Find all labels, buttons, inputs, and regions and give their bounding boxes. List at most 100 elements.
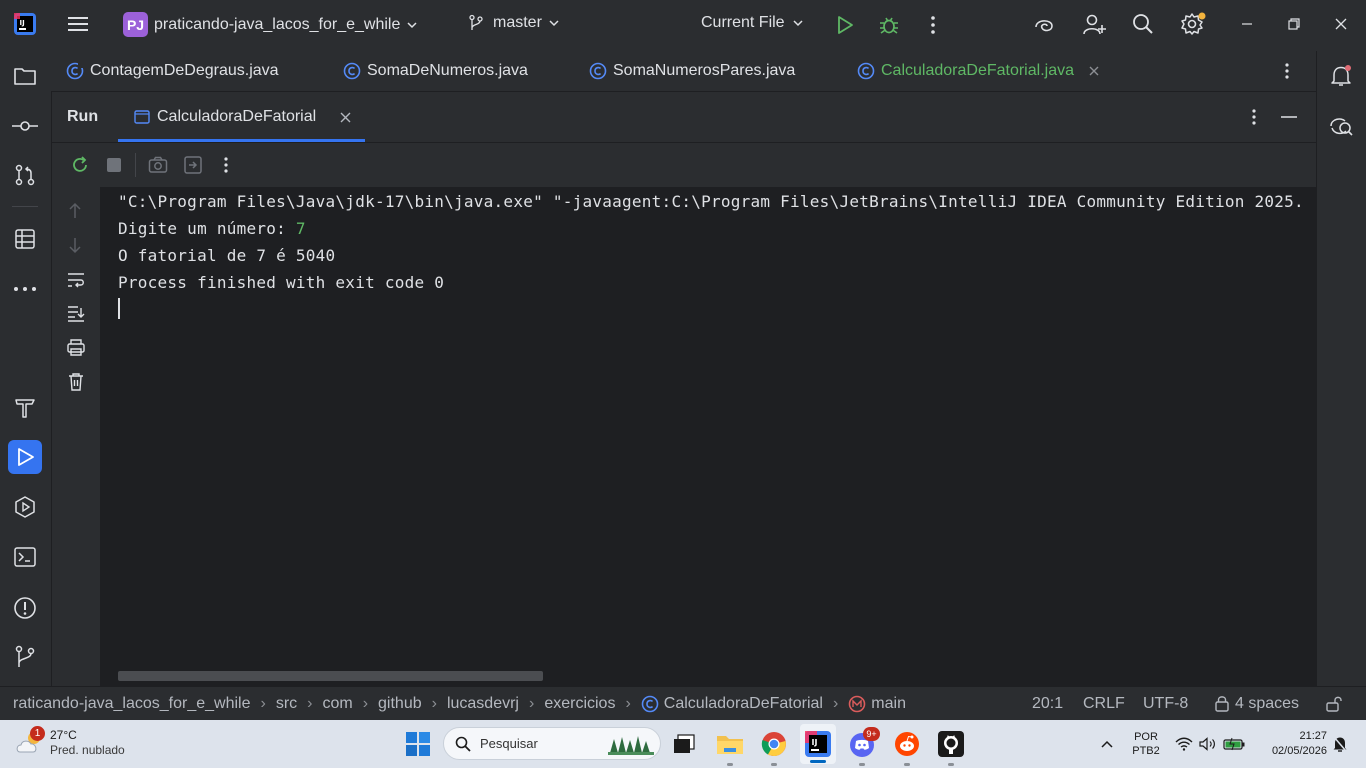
windows-start-icon[interactable]: [404, 730, 432, 758]
chrome-icon[interactable]: [759, 729, 789, 759]
tab-options-icon[interactable]: [1284, 51, 1290, 91]
rerun-icon[interactable]: [70, 155, 90, 175]
more-actions-icon[interactable]: [930, 15, 936, 35]
weather-desc: Pred. nublado: [50, 743, 125, 757]
git-branch-icon: [469, 14, 483, 30]
chevron-right-icon: ›: [431, 694, 437, 712]
task-view-icon[interactable]: [670, 730, 698, 758]
ai-chat-icon[interactable]: [1324, 109, 1358, 143]
branch-name: master: [493, 14, 542, 31]
chevron-down-icon: [549, 20, 559, 27]
discord-icon[interactable]: 9+: [846, 727, 880, 759]
arrow-down-icon[interactable]: [67, 236, 83, 254]
trash-icon[interactable]: [67, 372, 85, 391]
chevron-right-icon: ›: [528, 694, 535, 712]
editor-tab-label: ContagemDeDegraus.java: [90, 62, 279, 79]
pull-requests-icon[interactable]: [8, 158, 42, 192]
line-ending[interactable]: CRLF: [1083, 687, 1125, 720]
project-selector[interactable]: PJ praticando-java_lacos_for_e_while: [123, 12, 418, 37]
chevron-down-icon: [407, 21, 417, 28]
reddit-icon[interactable]: [892, 729, 922, 759]
minimize-icon[interactable]: [1240, 17, 1254, 31]
editor-tab[interactable]: ContagemDeDegraus.java: [66, 51, 279, 91]
terminal-icon[interactable]: [8, 540, 42, 574]
close-tab-icon[interactable]: [340, 112, 351, 123]
indent-setting[interactable]: 4 spaces: [1213, 687, 1299, 720]
git-icon[interactable]: [8, 640, 42, 674]
console-output[interactable]: "C:\Program Files\Java\jdk-17\bin\java.e…: [100, 187, 1317, 686]
project-badge: PJ: [123, 12, 148, 37]
clock[interactable]: 21:27 02/05/2026: [1257, 729, 1327, 759]
editor-tab-bar: ContagemDeDegraus.java SomaDeNumeros.jav…: [51, 51, 1316, 92]
taskbar-search-input[interactable]: Pesquisar: [443, 727, 661, 760]
settings-gear-icon[interactable]: [1181, 12, 1207, 36]
breadcrumb-item[interactable]: main: [871, 695, 906, 713]
wifi-icon[interactable]: [1174, 734, 1194, 754]
java-class-icon: [589, 62, 607, 80]
running-app-indicator: [727, 763, 733, 766]
camera-icon[interactable]: [148, 156, 168, 174]
breadcrumb-item[interactable]: lucasdevrj: [447, 695, 519, 713]
breadcrumb-item[interactable]: CalculadoraDeFatorial: [664, 695, 823, 713]
console-prompt: Digite um número:: [118, 219, 296, 238]
commit-icon[interactable]: [8, 109, 42, 143]
intellij-taskbar-icon[interactable]: IJ: [800, 724, 836, 764]
intellij-logo-icon[interactable]: IJ: [14, 13, 36, 35]
close-window-icon[interactable]: [1334, 17, 1348, 31]
add-user-icon[interactable]: [1082, 12, 1106, 36]
print-icon[interactable]: [66, 338, 86, 356]
run-tool-window: Run CalculadoraDeFatorial "C:\Program Fi…: [51, 92, 1317, 686]
chevron-right-icon: ›: [832, 694, 839, 712]
project-folder-icon[interactable]: [8, 59, 42, 93]
running-app-indicator: [859, 763, 865, 766]
restore-icon[interactable]: [1287, 17, 1301, 31]
stop-icon[interactable]: [106, 157, 122, 173]
breadcrumb-item[interactable]: com: [322, 695, 352, 713]
debug-button[interactable]: [878, 14, 900, 36]
horizontal-scrollbar[interactable]: [118, 671, 543, 681]
problems-icon[interactable]: [8, 591, 42, 625]
panel-options-icon[interactable]: [1251, 108, 1257, 126]
run-tab[interactable]: CalculadoraDeFatorial: [118, 92, 365, 143]
editor-tab-active[interactable]: CalculadoraDeFatorial.java: [857, 51, 1100, 91]
breadcrumb-item[interactable]: exercicios: [544, 695, 615, 713]
build-hammer-icon[interactable]: [8, 391, 42, 425]
weather-widget[interactable]: 1 27°C Pred. nublado: [14, 726, 125, 758]
editor-tab[interactable]: SomaDeNumeros.java: [343, 51, 528, 91]
main-menu-icon[interactable]: [67, 13, 89, 35]
breadcrumb-item[interactable]: src: [276, 695, 297, 713]
search-icon[interactable]: [1132, 13, 1154, 35]
notification-center-icon[interactable]: [1330, 734, 1350, 754]
github-icon[interactable]: [936, 729, 966, 759]
show-hidden-icons-icon[interactable]: [1098, 736, 1116, 752]
readonly-lock-icon[interactable]: [1325, 687, 1343, 720]
services-icon[interactable]: [8, 490, 42, 524]
input-language[interactable]: POR PTB2: [1128, 730, 1164, 758]
ai-assistant-icon[interactable]: [1032, 13, 1056, 37]
structure-icon[interactable]: [8, 222, 42, 256]
close-tab-icon[interactable]: [1088, 65, 1100, 77]
caret-position[interactable]: 20:1: [1032, 687, 1063, 720]
run-config-selector[interactable]: Current File: [701, 14, 804, 32]
file-explorer-icon[interactable]: [715, 729, 745, 759]
running-app-indicator: [948, 763, 954, 766]
console-command-line: "C:\Program Files\Java\jdk-17\bin\java.e…: [118, 192, 1304, 211]
volume-icon[interactable]: [1198, 734, 1218, 754]
editor-tab[interactable]: SomaNumerosPares.java: [589, 51, 795, 91]
file-encoding[interactable]: UTF-8: [1143, 687, 1188, 720]
branch-selector[interactable]: master: [467, 14, 560, 32]
exit-icon[interactable]: [183, 155, 203, 175]
arrow-up-icon[interactable]: [67, 202, 83, 220]
more-tool-windows-icon[interactable]: [8, 272, 42, 306]
breadcrumb-item[interactable]: github: [378, 695, 422, 713]
hide-panel-icon[interactable]: [1280, 110, 1298, 124]
title-bar: IJ PJ praticando-java_lacos_for_e_while …: [0, 0, 1366, 51]
more-actions-icon[interactable]: [223, 156, 229, 174]
notifications-bell-icon[interactable]: [1324, 59, 1358, 93]
scroll-to-end-icon[interactable]: [66, 304, 86, 322]
battery-icon[interactable]: [1222, 734, 1246, 754]
run-tool-window-icon[interactable]: [8, 440, 42, 474]
soft-wrap-icon[interactable]: [66, 271, 86, 289]
breadcrumb-item[interactable]: raticando-java_lacos_for_e_while: [13, 695, 250, 713]
run-button[interactable]: [835, 15, 855, 35]
